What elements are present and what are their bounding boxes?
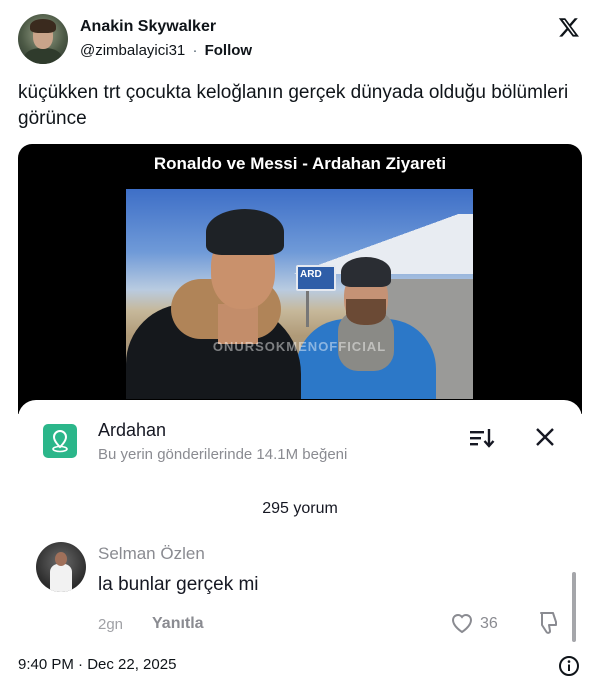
location-sheet: Ardahan Bu yerin gönderilerinde 14.1M be… <box>18 400 582 644</box>
person-right <box>296 249 436 399</box>
x-logo-icon[interactable] <box>558 16 580 38</box>
location-name[interactable]: Ardahan <box>98 420 166 441</box>
comment-text: la bunlar gerçek mi <box>98 574 259 595</box>
comment-time: 2gn <box>98 616 124 633</box>
separator-dot: · <box>192 42 198 59</box>
avatar-body <box>24 48 62 64</box>
commenter-avatar[interactable] <box>36 542 86 592</box>
avatar-hair <box>30 19 56 33</box>
scrollbar[interactable] <box>572 572 576 642</box>
person-left <box>126 209 301 399</box>
tweet-media[interactable]: Ronaldo ve Messi - Ardahan Ziyareti ARD … <box>18 144 582 644</box>
video-frame[interactable]: Ronaldo ve Messi - Ardahan Ziyareti ARD … <box>18 144 582 414</box>
display-name[interactable]: Anakin Skywalker <box>80 18 216 36</box>
close-icon[interactable] <box>534 426 556 448</box>
video-watermark: ONURSOKMENOFFICIAL <box>212 339 387 354</box>
video-photo: ARD ONURSOKMENOFFICIAL <box>126 189 473 399</box>
commenter-head <box>55 552 67 566</box>
location-subtitle: Bu yerin gönderilerinde 14.1M beğeni <box>98 446 348 463</box>
comment-author[interactable]: Selman Özlen <box>98 544 205 564</box>
person-right-beanie <box>341 257 391 287</box>
tweet-text: küçükken trt çocukta keloğlanın gerçek d… <box>18 82 569 129</box>
sort-icon[interactable] <box>468 424 496 452</box>
person-right-beard <box>346 299 386 325</box>
follow-button[interactable]: Follow <box>205 42 253 59</box>
heart-icon[interactable] <box>450 612 474 634</box>
comments-count: 295 yorum <box>262 500 338 517</box>
video-title: Ronaldo ve Messi - Ardahan Ziyareti <box>153 154 447 173</box>
reply-button[interactable]: Yanıtla <box>152 615 204 633</box>
user-handle[interactable]: @zimbalayici31 <box>80 42 185 59</box>
thumbs-down-icon[interactable] <box>536 610 560 636</box>
tweet-header: Anakin Skywalker @zimbalayici31 · Follow <box>18 14 582 66</box>
person-left-neck <box>218 304 258 344</box>
tweet-timestamp[interactable]: 9:40 PM · Dec 22, 2025 <box>18 656 176 673</box>
like-count: 36 <box>480 615 498 632</box>
person-left-beanie <box>206 209 284 255</box>
info-icon[interactable] <box>558 655 580 677</box>
user-handle-line: @zimbalayici31 · Follow <box>80 42 252 59</box>
map-pin-icon <box>43 424 77 458</box>
user-avatar[interactable] <box>18 14 68 64</box>
commenter-shirt <box>50 564 72 592</box>
